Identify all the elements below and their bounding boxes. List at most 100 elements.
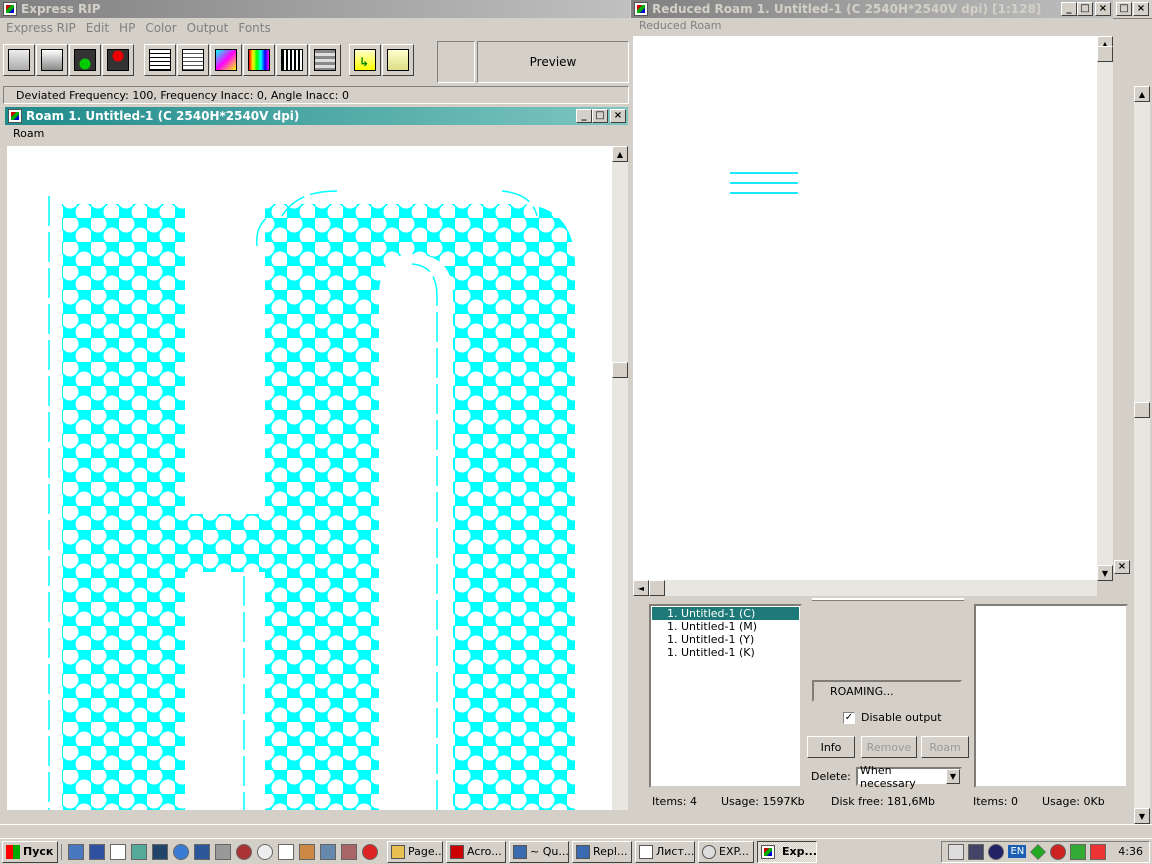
job-list-item[interactable]: 1. Untitled-1 (K) <box>652 646 799 659</box>
stack-icon[interactable] <box>309 44 341 76</box>
roam-minimize-button[interactable]: _ <box>576 109 592 123</box>
job-list-item[interactable]: 1. Untitled-1 (C) <box>652 607 799 620</box>
task-acrobat[interactable]: Acro... <box>446 840 506 863</box>
roam-menu[interactable]: Roam <box>13 127 44 140</box>
reduced-scroll-down-icon[interactable]: ▼ <box>1097 565 1113 581</box>
traffic-light-red-icon[interactable] <box>102 44 134 76</box>
reduced-scroll-left-icon[interactable]: ◄ <box>633 580 649 596</box>
antivirus-icon[interactable] <box>1050 843 1067 860</box>
player-icon[interactable] <box>257 843 273 860</box>
traffic-light-green-icon[interactable] <box>69 44 101 76</box>
word-icon[interactable] <box>194 843 210 860</box>
bg-scroll-down-icon[interactable]: ▼ <box>1134 808 1150 824</box>
info-button[interactable]: Info <box>807 736 855 758</box>
chevron-down-icon[interactable]: ▼ <box>946 769 960 784</box>
halftone-icon[interactable] <box>276 44 308 76</box>
task-label: Exp... <box>782 845 817 858</box>
reduced-vertical-scrollbar[interactable]: ▲ ▼ <box>1097 36 1113 581</box>
bg-scroll-up-icon[interactable]: ▲ <box>1134 86 1150 102</box>
remove-button[interactable]: Remove <box>861 736 917 758</box>
person-icon[interactable] <box>1070 843 1087 860</box>
job-list-item[interactable]: 1. Untitled-1 (M) <box>652 620 799 633</box>
task-qu[interactable]: ~ Qu... <box>509 840 569 863</box>
show-desktop-icon[interactable] <box>68 843 84 860</box>
checklist-icon[interactable] <box>110 843 126 860</box>
background-window-close-icon[interactable]: □ <box>1116 2 1132 16</box>
export-icon[interactable] <box>382 44 414 76</box>
reduced-minimize-button[interactable]: _ <box>1061 2 1077 16</box>
gear-icon[interactable] <box>236 843 252 860</box>
reduced-horizontal-scrollbar[interactable]: ◄ <box>633 580 1097 596</box>
file-icon[interactable] <box>278 843 294 860</box>
document-icon[interactable] <box>144 44 176 76</box>
opera-icon[interactable] <box>362 843 378 860</box>
reduced-canvas[interactable] <box>633 36 1097 581</box>
speaker-icon[interactable] <box>948 843 965 860</box>
roam-maximize-button[interactable]: □ <box>592 109 608 123</box>
task-label: Acro... <box>467 845 502 858</box>
brush-icon[interactable] <box>341 843 357 860</box>
menu-output[interactable]: Output <box>187 21 229 35</box>
network-icon[interactable] <box>215 843 231 860</box>
info-button-label: Info <box>820 740 842 754</box>
task-page[interactable]: Page... <box>387 840 443 863</box>
job-list-item[interactable]: 1. Untitled-1 (Y) <box>652 633 799 646</box>
task-label: EXP... <box>719 845 749 858</box>
windows-logo-icon <box>6 844 20 859</box>
roam-canvas[interactable] <box>7 146 612 810</box>
image-icon[interactable] <box>131 843 147 860</box>
preview-button[interactable]: Preview <box>477 41 629 83</box>
color-doc-icon[interactable] <box>210 44 242 76</box>
reduced-close-button[interactable]: × <box>1095 2 1111 16</box>
menu-color[interactable]: Color <box>145 21 176 35</box>
output-list[interactable] <box>974 604 1128 788</box>
disable-output-row[interactable]: ✓ Disable output <box>843 711 942 724</box>
task-exp-search[interactable]: EXP... <box>698 840 754 863</box>
roam-vertical-scrollbar[interactable]: ▲ <box>612 146 628 810</box>
background-vertical-scrollbar[interactable]: ▲ ▼ <box>1134 86 1150 824</box>
language-indicator[interactable]: EN <box>1008 845 1027 858</box>
menu-hp[interactable]: HP <box>119 21 135 35</box>
start-label: Пуск <box>23 845 54 858</box>
open-file-icon[interactable] <box>3 44 35 76</box>
paint-icon[interactable] <box>299 843 315 860</box>
panel-close-icon[interactable]: × <box>1114 560 1130 574</box>
color-bars-icon[interactable] <box>243 44 275 76</box>
print-file-icon[interactable] <box>36 44 68 76</box>
task-list[interactable]: Лист... <box>635 840 695 863</box>
reduced-maximize-button[interactable]: □ <box>1077 2 1093 16</box>
roam-button[interactable]: Roam <box>921 736 969 758</box>
reduced-scroll-thumb[interactable] <box>1097 46 1113 62</box>
page-setup-icon[interactable]: ↳ <box>349 44 381 76</box>
clipboard-icon[interactable] <box>177 44 209 76</box>
background-window-close2-icon[interactable]: × <box>1133 2 1149 16</box>
start-button[interactable]: Пуск <box>2 840 58 863</box>
save-icon[interactable] <box>89 843 105 860</box>
roam-scroll-up-icon[interactable]: ▲ <box>612 146 628 162</box>
system-tray: EN 4:36 <box>941 840 1150 863</box>
roam-scroll-thumb[interactable] <box>612 362 628 378</box>
delete-select[interactable]: When necessary ▼ <box>856 764 962 790</box>
roaming-status-box: ROAMING... <box>812 680 962 702</box>
reduced-hscroll-thumb[interactable] <box>649 580 665 596</box>
task-express-rip[interactable]: Exp... <box>757 840 817 863</box>
reduced-window-icon <box>634 2 648 16</box>
diamond-icon[interactable] <box>1030 843 1047 860</box>
terminal-icon[interactable] <box>152 843 168 860</box>
shield-icon[interactable] <box>988 843 1005 860</box>
right-usage: Usage: 0Kb <box>1042 795 1105 808</box>
job-list[interactable]: 1. Untitled-1 (C) 1. Untitled-1 (M) 1. U… <box>649 604 802 788</box>
disable-output-checkbox[interactable]: ✓ <box>843 711 855 724</box>
reduced-menu[interactable]: Reduced Roam <box>639 19 722 32</box>
browser-icon[interactable] <box>173 843 189 860</box>
task-repl[interactable]: Repl... <box>572 840 632 863</box>
roam-close-button[interactable]: × <box>610 109 626 123</box>
menu-express-rip[interactable]: Express RIP <box>6 21 76 35</box>
folder-icon <box>391 844 405 859</box>
copy-icon[interactable] <box>320 843 336 860</box>
monitor-icon[interactable] <box>968 843 985 860</box>
menu-fonts[interactable]: Fonts <box>238 21 270 35</box>
bg-scroll-thumb[interactable] <box>1134 402 1150 418</box>
update-icon[interactable] <box>1090 843 1107 860</box>
menu-edit[interactable]: Edit <box>86 21 109 35</box>
